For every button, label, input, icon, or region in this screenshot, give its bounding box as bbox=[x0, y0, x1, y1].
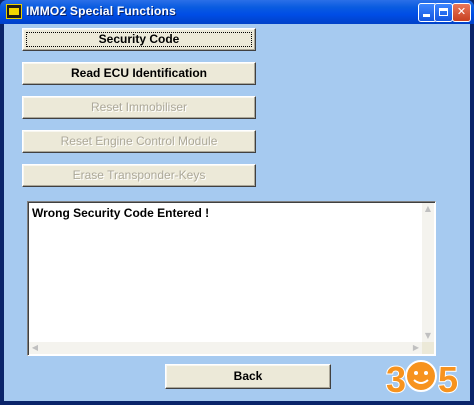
scroll-left-arrow-icon[interactable]: ◀ bbox=[29, 342, 41, 354]
security-code-label: Security Code bbox=[98, 32, 180, 46]
scroll-down-arrow-icon[interactable]: ▼ bbox=[422, 330, 434, 342]
window-title: IMMO2 Special Functions bbox=[26, 4, 176, 18]
back-button[interactable]: Back bbox=[165, 364, 331, 389]
title-bar[interactable]: IMMO2 Special Functions ✕ bbox=[0, 0, 474, 24]
reset-engine-control-module-button[interactable]: Reset Engine Control Module bbox=[22, 130, 256, 153]
horizontal-scrollbar[interactable]: ◀ ▶ bbox=[29, 342, 422, 354]
watermark-text: 3 bbox=[386, 359, 406, 398]
app-icon bbox=[6, 4, 22, 19]
watermark-text-5: 5 bbox=[438, 359, 458, 398]
security-code-button[interactable]: Security Code bbox=[22, 28, 256, 51]
message-output-box[interactable]: Wrong Security Code Entered ! ▲ ▼ ◀ ▶ bbox=[27, 201, 436, 356]
back-label: Back bbox=[233, 369, 263, 383]
vertical-scrollbar[interactable]: ▲ ▼ bbox=[422, 203, 434, 342]
watermark-logo: 3 5 bbox=[385, 358, 459, 398]
close-button[interactable]: ✕ bbox=[452, 3, 471, 22]
scroll-up-arrow-icon[interactable]: ▲ bbox=[422, 203, 434, 215]
read-ecu-identification-label: Read ECU Identification bbox=[70, 66, 207, 80]
dialog-window: IMMO2 Special Functions ✕ Security Code … bbox=[0, 0, 474, 405]
smiley-icon bbox=[405, 360, 437, 392]
reset-immobiliser-label: Reset Immobiliser bbox=[90, 100, 188, 114]
message-text: Wrong Security Code Entered ! bbox=[32, 206, 210, 220]
maximize-icon bbox=[439, 8, 448, 16]
erase-transponder-keys-button[interactable]: Erase Transponder-Keys bbox=[22, 164, 256, 187]
minimize-icon bbox=[423, 14, 430, 17]
maximize-button[interactable] bbox=[434, 3, 453, 22]
reset-engine-control-module-label: Reset Engine Control Module bbox=[60, 134, 218, 148]
read-ecu-identification-button[interactable]: Read ECU Identification bbox=[22, 62, 256, 85]
close-icon: ✕ bbox=[456, 5, 467, 18]
reset-immobiliser-button[interactable]: Reset Immobiliser bbox=[22, 96, 256, 119]
erase-transponder-keys-label: Erase Transponder-Keys bbox=[72, 168, 206, 182]
